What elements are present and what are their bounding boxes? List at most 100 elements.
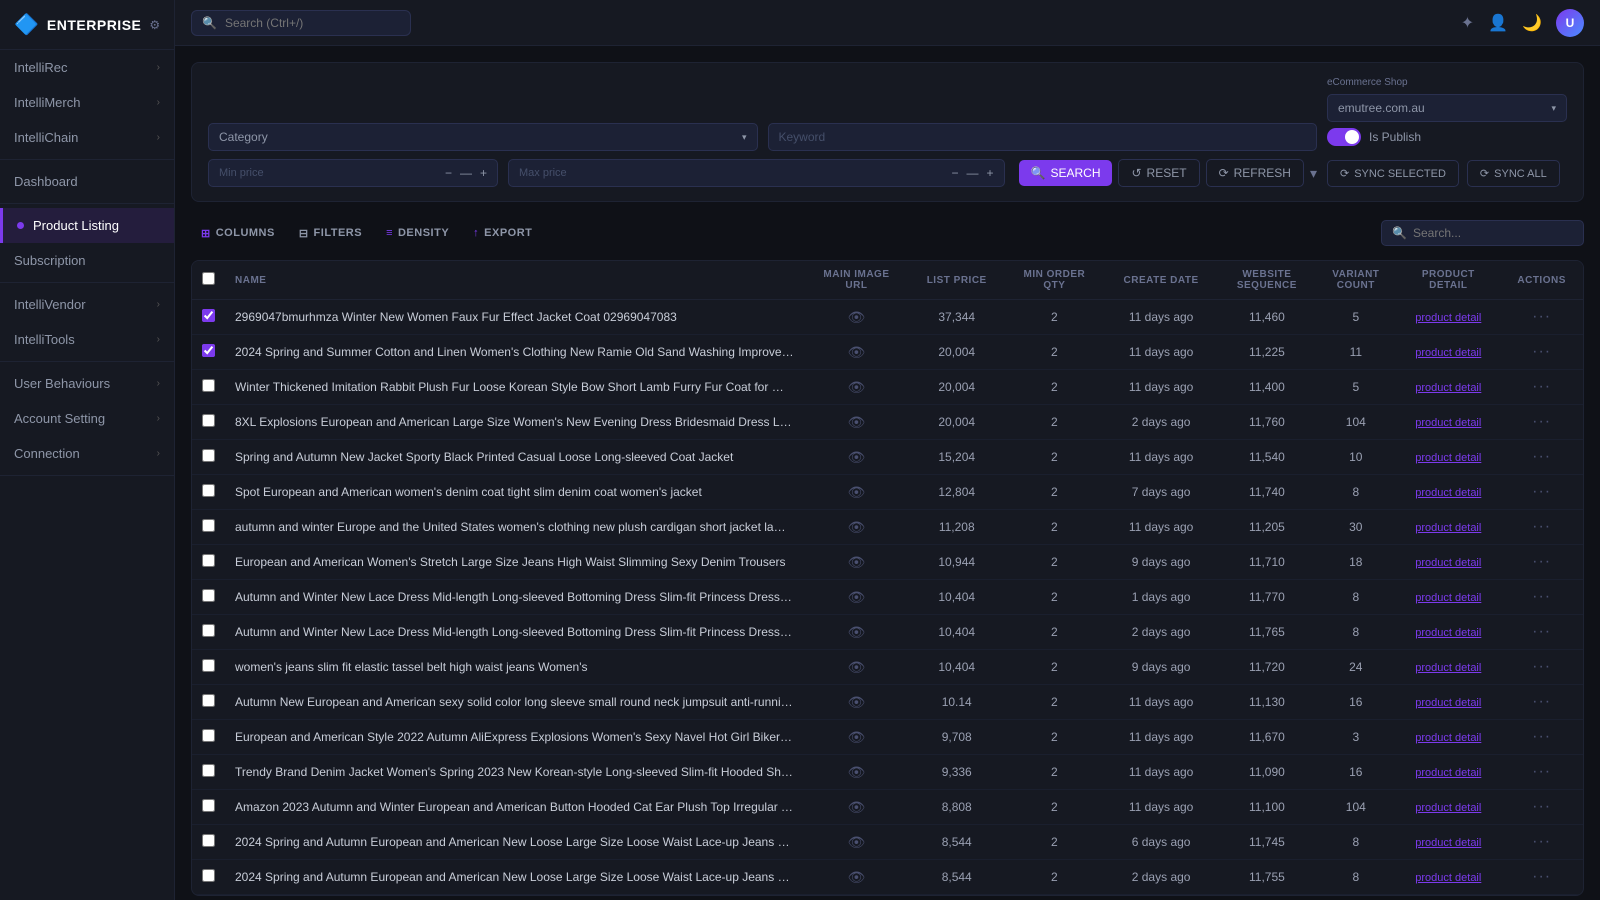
moon-icon[interactable]: 🌙	[1522, 13, 1542, 33]
row-image[interactable]: 👁	[804, 825, 908, 860]
row-checkbox-cell[interactable]	[192, 650, 225, 685]
eye-icon[interactable]: 👁	[848, 869, 866, 885]
row-checkbox[interactable]	[202, 729, 215, 742]
row-product-detail[interactable]: product detail	[1396, 545, 1500, 580]
product-detail-link[interactable]: product detail	[1415, 837, 1481, 849]
table-search[interactable]: 🔍	[1381, 220, 1584, 246]
row-image[interactable]: 👁	[804, 335, 908, 370]
row-image[interactable]: 👁	[804, 860, 908, 895]
eye-icon[interactable]: 👁	[848, 554, 866, 570]
sync-selected-button[interactable]: ⟳ SYNC SELECTED	[1327, 160, 1459, 187]
row-actions[interactable]: ···	[1500, 335, 1583, 370]
eye-icon[interactable]: 👁	[848, 834, 866, 850]
product-detail-link[interactable]: product detail	[1415, 872, 1481, 884]
row-image[interactable]: 👁	[804, 685, 908, 720]
row-image[interactable]: 👁	[804, 475, 908, 510]
row-checkbox-cell[interactable]	[192, 405, 225, 440]
row-image[interactable]: 👁	[804, 405, 908, 440]
sidebar-item-intellirec[interactable]: IntelliRec ›	[0, 50, 174, 85]
row-image[interactable]: 👁	[804, 510, 908, 545]
actions-dots-button[interactable]: ···	[1532, 693, 1551, 710]
row-image[interactable]: 👁	[804, 580, 908, 615]
row-product-detail[interactable]: product detail	[1396, 615, 1500, 650]
actions-dots-button[interactable]: ···	[1532, 448, 1551, 465]
row-product-detail[interactable]: product detail	[1396, 720, 1500, 755]
product-detail-link[interactable]: product detail	[1415, 627, 1481, 639]
eye-icon[interactable]: 👁	[848, 764, 866, 780]
sidebar-item-dashboard[interactable]: Dashboard	[0, 164, 174, 199]
actions-dots-button[interactable]: ···	[1532, 763, 1551, 780]
row-checkbox[interactable]	[202, 309, 215, 322]
row-product-detail[interactable]: product detail	[1396, 755, 1500, 790]
row-checkbox-cell[interactable]	[192, 580, 225, 615]
row-checkbox[interactable]	[202, 764, 215, 777]
row-image[interactable]: 👁	[804, 545, 908, 580]
columns-button[interactable]: ⊞ COLUMNS	[191, 222, 285, 245]
avatar[interactable]: U	[1556, 9, 1584, 37]
row-product-detail[interactable]: product detail	[1396, 510, 1500, 545]
actions-dots-button[interactable]: ···	[1532, 308, 1551, 325]
row-checkbox-cell[interactable]	[192, 370, 225, 405]
sidebar-item-account-setting[interactable]: Account Setting ›	[0, 401, 174, 436]
sidebar-item-intellimerch[interactable]: IntelliMerch ›	[0, 85, 174, 120]
table-scroll[interactable]: NAME MAIN IMAGEURL LIST PRICE MIN ORDERQ…	[192, 261, 1583, 895]
row-product-detail[interactable]: product detail	[1396, 335, 1500, 370]
row-product-detail[interactable]: product detail	[1396, 825, 1500, 860]
keyword-input[interactable]: Keyword	[768, 123, 1318, 151]
actions-dots-button[interactable]: ···	[1532, 553, 1551, 570]
row-actions[interactable]: ···	[1500, 755, 1583, 790]
product-detail-link[interactable]: product detail	[1415, 417, 1481, 429]
row-product-detail[interactable]: product detail	[1396, 685, 1500, 720]
row-checkbox[interactable]	[202, 659, 215, 672]
row-product-detail[interactable]: product detail	[1396, 440, 1500, 475]
row-checkbox-cell[interactable]	[192, 720, 225, 755]
row-checkbox-cell[interactable]	[192, 440, 225, 475]
product-detail-link[interactable]: product detail	[1415, 312, 1481, 324]
row-actions[interactable]: ···	[1500, 825, 1583, 860]
row-product-detail[interactable]: product detail	[1396, 790, 1500, 825]
eye-icon[interactable]: 👁	[848, 344, 866, 360]
refresh-button[interactable]: ⟳ REFRESH	[1206, 159, 1304, 187]
actions-dots-button[interactable]: ···	[1532, 588, 1551, 605]
row-actions[interactable]: ···	[1500, 720, 1583, 755]
ecm-select[interactable]: emutree.com.au ▾	[1327, 94, 1567, 122]
row-checkbox[interactable]	[202, 799, 215, 812]
row-actions[interactable]: ···	[1500, 790, 1583, 825]
row-checkbox[interactable]	[202, 484, 215, 497]
export-button[interactable]: ↑ EXPORT	[463, 222, 542, 244]
row-product-detail[interactable]: product detail	[1396, 860, 1500, 895]
global-search-input[interactable]	[225, 16, 400, 30]
row-actions[interactable]: ···	[1500, 650, 1583, 685]
plus-icon[interactable]: +	[480, 166, 487, 180]
product-detail-link[interactable]: product detail	[1415, 382, 1481, 394]
row-checkbox[interactable]	[202, 414, 215, 427]
product-detail-link[interactable]: product detail	[1415, 732, 1481, 744]
minus-icon[interactable]: −	[445, 166, 452, 180]
eye-icon[interactable]: 👁	[848, 449, 866, 465]
actions-dots-button[interactable]: ···	[1532, 413, 1551, 430]
row-image[interactable]: 👁	[804, 720, 908, 755]
product-detail-link[interactable]: product detail	[1415, 662, 1481, 674]
filters-button[interactable]: ⊟ FILTERS	[289, 222, 372, 245]
plus-icon-max[interactable]: +	[987, 166, 994, 180]
sidebar-item-connection[interactable]: Connection ›	[0, 436, 174, 471]
product-detail-link[interactable]: product detail	[1415, 767, 1481, 779]
row-checkbox-cell[interactable]	[192, 790, 225, 825]
eye-icon[interactable]: 👁	[848, 379, 866, 395]
row-checkbox-cell[interactable]	[192, 615, 225, 650]
row-checkbox-cell[interactable]	[192, 825, 225, 860]
row-checkbox[interactable]	[202, 624, 215, 637]
actions-dots-button[interactable]: ···	[1532, 833, 1551, 850]
row-actions[interactable]: ···	[1500, 475, 1583, 510]
row-product-detail[interactable]: product detail	[1396, 370, 1500, 405]
product-detail-link[interactable]: product detail	[1415, 557, 1481, 569]
minus-icon-max[interactable]: −	[951, 166, 958, 180]
row-checkbox[interactable]	[202, 519, 215, 532]
search-button[interactable]: 🔍 SEARCH	[1019, 160, 1113, 186]
eye-icon[interactable]: 👁	[848, 624, 866, 640]
row-actions[interactable]: ···	[1500, 615, 1583, 650]
row-actions[interactable]: ···	[1500, 685, 1583, 720]
row-checkbox-cell[interactable]	[192, 510, 225, 545]
row-image[interactable]: 👁	[804, 300, 908, 335]
select-all-checkbox[interactable]	[202, 272, 215, 285]
